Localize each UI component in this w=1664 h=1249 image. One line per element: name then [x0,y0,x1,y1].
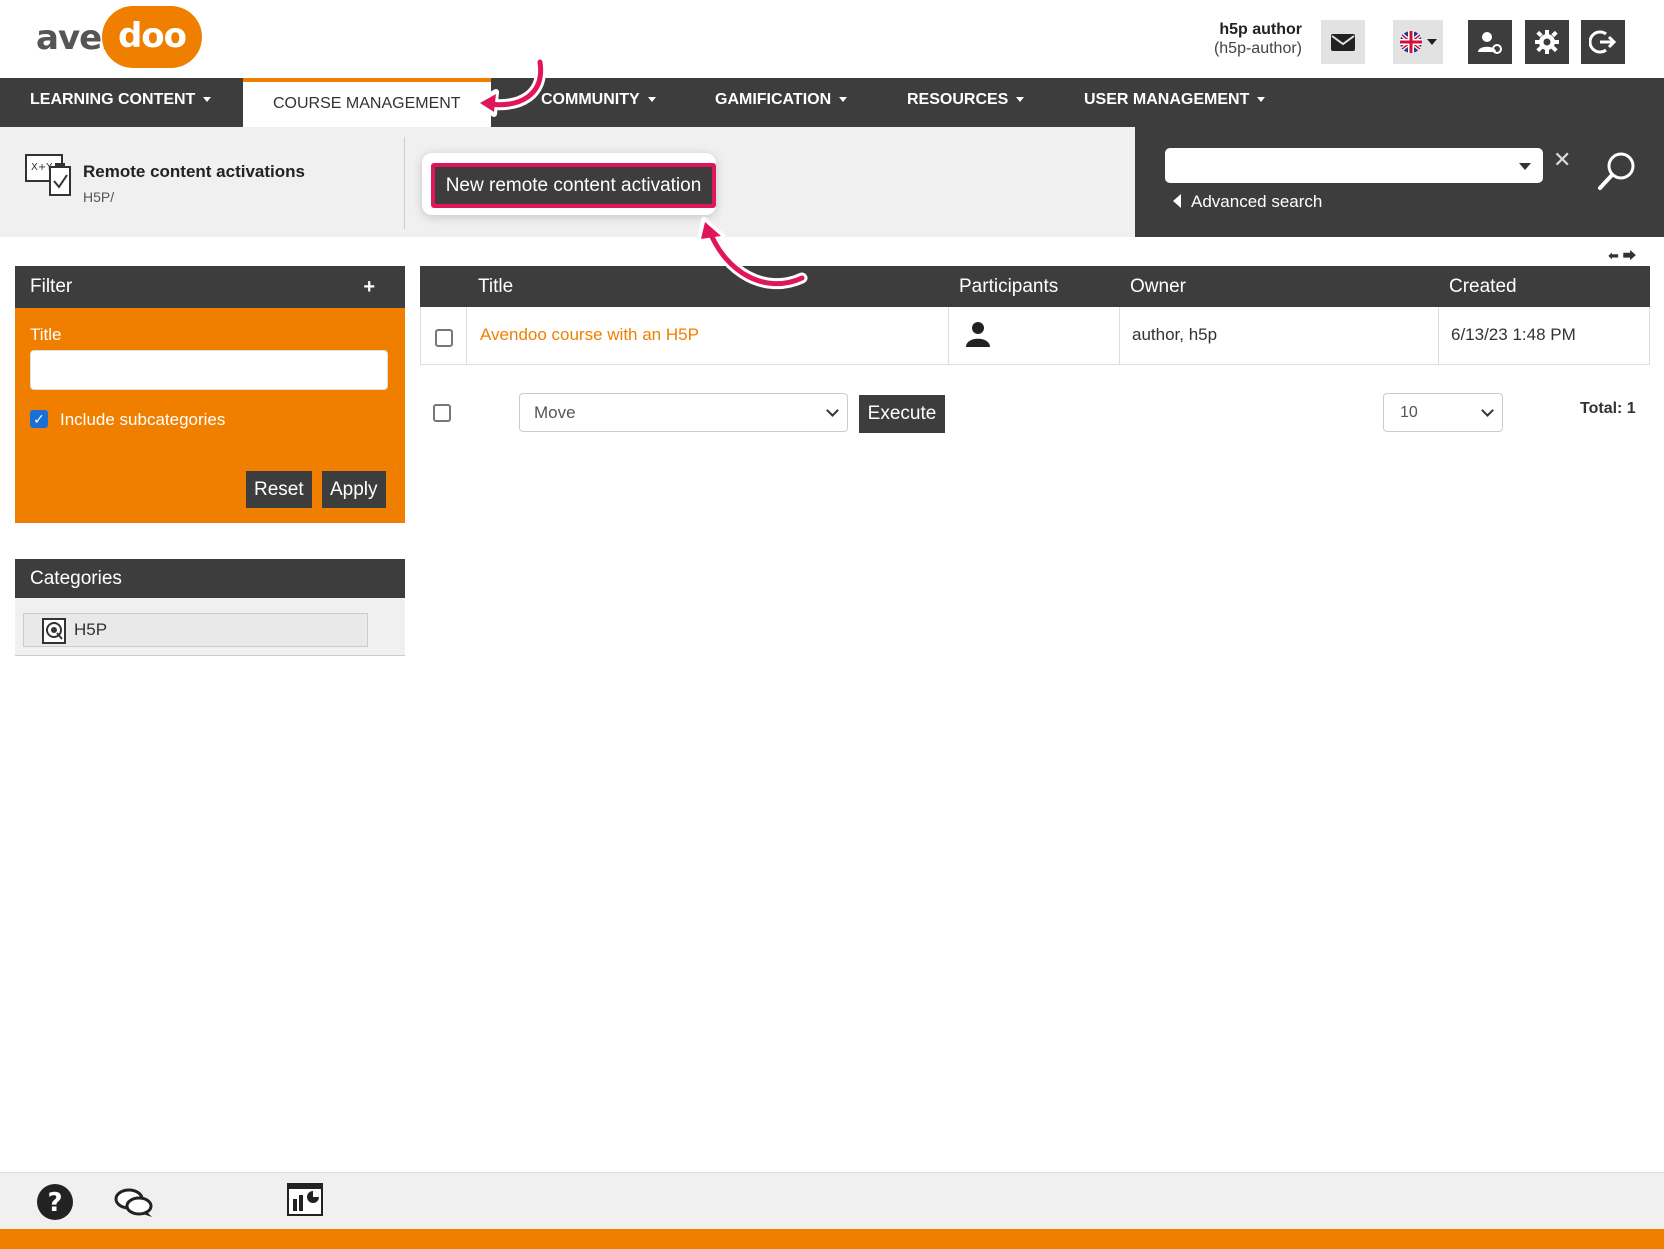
main-nav: LEARNING CONTENT COURSE MANAGEMENT COMMU… [0,78,1664,127]
gear-icon [1535,30,1559,54]
nav-label: LEARNING CONTENT [30,91,196,108]
settings-button[interactable] [1525,20,1569,64]
logout-icon [1589,30,1617,54]
search-icon [1598,152,1635,190]
categories-panel: H5P [15,598,405,656]
row-title-link[interactable]: Avendoo course with an H5P [480,325,699,345]
column-header-participants[interactable]: Participants [959,266,1058,307]
nav-resources[interactable]: RESOURCES [907,78,1025,127]
category-folder-icon [42,618,66,655]
new-remote-content-activation-button[interactable]: New remote content activation [431,163,716,208]
execute-button[interactable]: Execute [859,395,945,433]
chevron-down-icon [1427,39,1437,45]
user-info: h5p author (h5p-author) [1214,20,1302,58]
page-title: Remote content activations [83,162,305,181]
filter-panel: Title ✓ Include subcategories Reset Appl… [15,308,405,523]
caret-left-icon [1173,194,1181,208]
chat-button[interactable] [114,1187,154,1224]
apply-button[interactable]: Apply [322,471,386,508]
uk-flag-icon [1400,31,1422,53]
plus-icon[interactable]: + [363,266,375,308]
chevron-down-icon[interactable] [1519,163,1531,170]
filter-header[interactable]: Filter + [15,266,405,308]
report-icon [287,1183,323,1216]
include-subcategories-label[interactable]: Include subcategories [60,410,225,430]
user-switch-icon [1478,32,1502,54]
cell-divider [1119,307,1120,364]
nav-label: GAMIFICATION [715,91,832,108]
nav-label: RESOURCES [907,91,1009,108]
logout-button[interactable] [1581,20,1625,64]
filter-title: Filter [30,276,73,297]
top-header: aven doo h5p author (h5p-author) [0,0,1664,78]
row-created: 6/13/23 1:48 PM [1451,325,1576,344]
nav-community[interactable]: COMMUNITY [541,78,656,127]
select-all-checkbox[interactable] [433,404,451,422]
caret-down-icon [839,97,848,103]
column-header-created[interactable]: Created [1449,266,1517,307]
nav-course-management[interactable]: COURSE MANAGEMENT [243,78,491,127]
help-icon: ? [37,1184,73,1220]
chevron-down-icon [826,404,839,417]
nav-user-management[interactable]: USER MANAGEMENT [1084,78,1266,127]
advanced-search-link[interactable]: Advanced search [1173,192,1322,212]
user-name: h5p author [1219,21,1302,38]
search-panel: ✕ Advanced search [1135,127,1664,237]
breadcrumb[interactable]: H5P/ [83,189,114,205]
cell-divider [948,307,949,364]
user-login: (h5p-author) [1213,40,1302,57]
svg-text:?: ? [47,1188,62,1218]
column-header-title[interactable]: Title [478,266,513,307]
column-scroll-arrows[interactable]: ⬅⮕ [1608,245,1640,264]
footer-accent-bar [0,1229,1664,1249]
cell-divider [466,307,467,364]
switch-user-button[interactable] [1468,20,1512,64]
category-label: H5P [74,620,108,639]
remote-activation-icon: X+Y [24,153,74,204]
bulk-action-value: Move [534,403,576,422]
logo-text-right: doo [102,6,202,68]
categories-header: Categories [15,559,405,598]
chevron-down-icon [1481,404,1494,417]
header-divider [404,137,405,229]
title-filter-label: Title [30,325,62,344]
nav-label: USER MANAGEMENT [1084,91,1250,108]
participants-button[interactable] [966,321,990,352]
nav-gamification[interactable]: GAMIFICATION [715,78,848,127]
messages-button[interactable] [1321,20,1365,64]
search-button[interactable] [1597,151,1637,196]
category-item-h5p[interactable]: H5P [23,613,368,647]
mail-icon [1331,34,1355,51]
nav-learning-content[interactable]: LEARNING CONTENT [30,78,212,127]
footer: ? [0,1172,1664,1229]
nav-label: COMMUNITY [541,91,640,108]
caret-down-icon [1016,97,1025,103]
reset-button[interactable]: Reset [246,471,312,508]
total-count: Total: 1 [1580,400,1636,417]
help-button[interactable]: ? [36,1183,74,1226]
row-select-checkbox[interactable] [435,329,453,347]
row-owner: author, h5p [1132,325,1218,344]
report-button[interactable] [287,1181,323,1222]
caret-down-icon [647,97,656,103]
person-icon [966,322,990,347]
caret-down-icon [203,97,212,103]
page-size-select[interactable]: 10 [1383,393,1503,432]
include-subcategories-checkbox[interactable]: ✓ [30,410,48,428]
language-button[interactable] [1393,20,1443,64]
search-input[interactable] [1165,148,1543,183]
column-header-owner[interactable]: Owner [1130,266,1186,307]
caret-down-icon [1257,97,1266,103]
cell-divider [1438,307,1439,364]
advanced-search-label: Advanced search [1191,192,1323,211]
table-header: Title Participants Owner Created [420,266,1650,307]
chat-icon [114,1188,153,1217]
nav-label: COURSE MANAGEMENT [273,95,461,112]
page-size-value: 10 [1400,404,1418,421]
bulk-action-select[interactable]: Move [519,393,848,432]
title-filter-input[interactable] [30,350,388,390]
clear-search-icon[interactable]: ✕ [1553,147,1571,173]
table-row[interactable]: Avendoo course with an H5P author, h5p 6… [420,307,1650,365]
